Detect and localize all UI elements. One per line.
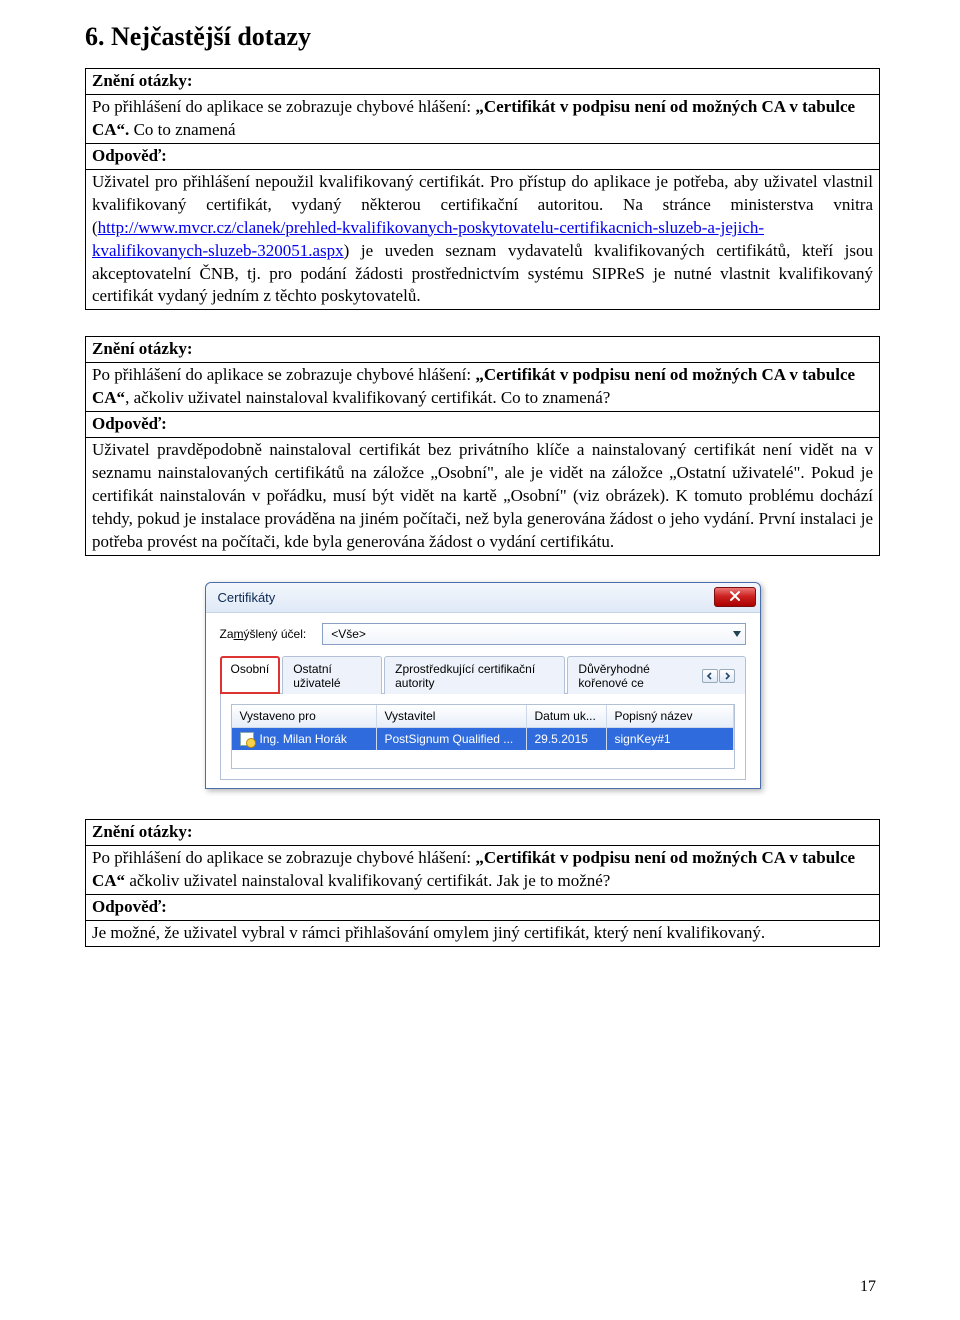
question-label: Znění otázky: — [86, 337, 879, 362]
dialog-titlebar: Certifikáty — [206, 583, 760, 613]
row-expiry: 29.5.2015 — [527, 728, 607, 750]
tab-other-users[interactable]: Ostatní uživatelé — [282, 656, 382, 694]
question-text: Po přihlášení do aplikace se zobrazuje c… — [86, 845, 879, 894]
purpose-row: Zamýšlený účel: <Vše> — [220, 623, 746, 645]
close-button[interactable] — [714, 587, 756, 607]
answer-label: Odpověď: — [86, 143, 879, 169]
q2-post: , ačkoliv uživatel nainstaloval kvalifik… — [125, 388, 610, 407]
certificate-listbox[interactable]: Vystaveno pro Vystavitel Datum uk... Pop… — [231, 704, 735, 769]
dialog-title: Certifikáty — [218, 590, 276, 605]
tabs: Osobní Ostatní uživatelé Zprostředkující… — [220, 655, 746, 694]
page-number: 17 — [860, 1278, 876, 1296]
row-friendly-name: signKey#1 — [607, 728, 734, 750]
q1-pre: Po přihlášení do aplikace se zobrazuje c… — [92, 97, 475, 116]
purpose-label: Zamýšlený účel: — [220, 627, 307, 641]
answer-text: Uživatel pro přihlášení nepoužil kvalifi… — [86, 169, 879, 310]
chevron-down-icon — [733, 631, 741, 637]
col-issuer[interactable]: Vystavitel — [377, 705, 527, 727]
col-issued-to[interactable]: Vystaveno pro — [232, 705, 377, 727]
col-friendly-name[interactable]: Popisný název — [607, 705, 734, 727]
q1-post: Co to znamená — [129, 120, 235, 139]
faq-block-1: Znění otázky: Po přihlášení do aplikace … — [85, 68, 880, 310]
question-label: Znění otázky: — [86, 820, 879, 845]
faq-block-2: Znění otázky: Po přihlášení do aplikace … — [85, 336, 880, 555]
q2-pre: Po přihlášení do aplikace se zobrazuje c… — [92, 365, 475, 384]
answer-text: Je možné, že uživatel vybral v rámci při… — [86, 920, 879, 946]
answer-label: Odpověď: — [86, 894, 879, 920]
answer-text: Uživatel pravděpodobně nainstaloval cert… — [86, 437, 879, 555]
tab-trusted-root-label: Důvěryhodné kořenové ce — [578, 662, 695, 690]
faq-block-3: Znění otázky: Po přihlášení do aplikace … — [85, 819, 880, 947]
q3-post: ačkoliv uživatel nainstaloval kvalifikov… — [125, 871, 610, 890]
purpose-label-pre: Za — [220, 627, 234, 641]
tab-trusted-root[interactable]: Důvěryhodné kořenové ce — [567, 656, 745, 694]
answer-label: Odpověď: — [86, 411, 879, 437]
tab-personal[interactable]: Osobní — [220, 656, 281, 694]
question-text: Po přihlášení do aplikace se zobrazuje c… — [86, 362, 879, 411]
col-expiry[interactable]: Datum uk... — [527, 705, 607, 727]
tab-scroll-left[interactable] — [702, 669, 718, 683]
row-issued-to: Ing. Milan Horák — [260, 732, 347, 746]
combo-value: <Vše> — [331, 627, 366, 641]
table-row[interactable]: Ing. Milan Horák PostSignum Qualified ..… — [232, 728, 734, 750]
purpose-combobox[interactable]: <Vše> — [322, 623, 745, 645]
question-text: Po přihlášení do aplikace se zobrazuje c… — [86, 94, 879, 143]
certificate-icon — [240, 732, 254, 746]
purpose-label-accel: m — [234, 627, 244, 641]
tab-intermediate-ca[interactable]: Zprostředkující certifikační autority — [384, 656, 565, 694]
page-heading: 6. Nejčastější dotazy — [85, 22, 880, 52]
certificates-dialog: Certifikáty Zamýšlený účel: <Vše> Osobní… — [205, 582, 761, 789]
close-icon — [729, 590, 741, 605]
q3-pre: Po přihlášení do aplikace se zobrazuje c… — [92, 848, 475, 867]
table-row — [232, 750, 734, 768]
question-label: Znění otázky: — [86, 69, 879, 94]
row-issuer: PostSignum Qualified ... — [377, 728, 527, 750]
list-header: Vystaveno pro Vystavitel Datum uk... Pop… — [232, 705, 734, 728]
purpose-label-post: ýšlený účel: — [244, 627, 307, 641]
certificate-list-area: Vystaveno pro Vystavitel Datum uk... Pop… — [220, 694, 746, 780]
tab-scroll-buttons — [702, 669, 735, 683]
tab-scroll-right[interactable] — [719, 669, 735, 683]
